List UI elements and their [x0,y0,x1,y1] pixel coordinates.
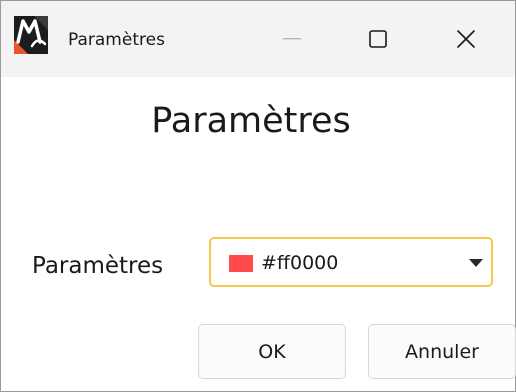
maximize-icon [369,30,387,48]
color-select-value: #ff0000 [261,252,339,274]
close-button[interactable] [443,1,489,77]
app-logo-icon [14,16,48,54]
minimize-icon [283,38,301,40]
window-title: Paramètres [68,30,165,50]
cancel-button[interactable]: Annuler [368,324,516,379]
color-select[interactable]: #ff0000 [209,237,493,287]
color-field-label: Paramètres [32,253,164,279]
settings-dialog: Paramètres Paramètres Paramètres #ff0000… [0,0,516,392]
minimize-button[interactable] [269,1,315,77]
dropdown-arrow-icon[interactable] [469,259,483,267]
close-icon [457,30,475,48]
maximize-button[interactable] [355,1,401,77]
title-bar[interactable]: Paramètres [1,1,515,77]
ok-button[interactable]: OK [198,324,346,379]
color-swatch [229,255,253,272]
page-title: Paramètres [151,101,351,141]
